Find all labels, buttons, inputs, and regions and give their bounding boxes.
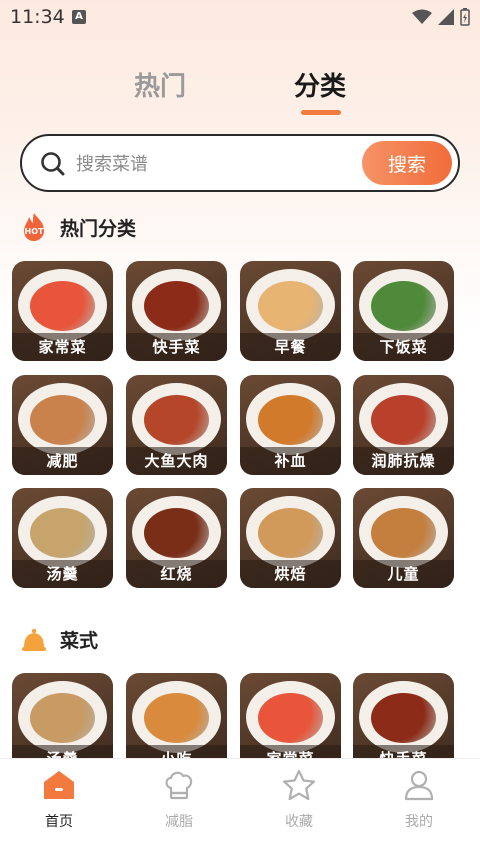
person-icon [404, 770, 434, 801]
category-tile-label: 快手菜 [126, 333, 227, 361]
tab-category[interactable]: 分类 [294, 66, 346, 103]
dish-food [371, 281, 436, 331]
category-tile[interactable]: 汤羹 [12, 488, 113, 588]
category-tile-label: 减肥 [12, 447, 113, 475]
category-tile[interactable]: 大鱼大肉 [126, 375, 227, 475]
dish-food [371, 508, 436, 558]
search-button[interactable]: 搜索 [362, 141, 452, 185]
category-tile[interactable]: 烘焙 [240, 488, 341, 588]
hot-categories-title: 热门分类 [60, 217, 137, 240]
category-tile[interactable]: 润肺抗燥 [353, 375, 454, 475]
category-tile-label: 早餐 [240, 333, 341, 361]
category-tile-label: 补血 [240, 447, 341, 475]
category-tile-label: 儿童 [353, 560, 454, 588]
category-tile-label: 汤羹 [12, 560, 113, 588]
category-tile[interactable]: 儿童 [353, 488, 454, 588]
search-input[interactable] [76, 149, 356, 179]
nav-home[interactable]: 首页 [24, 769, 94, 831]
hot-flame-icon: HOT [24, 213, 44, 241]
category-tile[interactable]: 家常菜 [12, 261, 113, 361]
nav-favorites-label: 收藏 [285, 814, 313, 830]
chef-hat-icon [165, 771, 193, 800]
category-tile-label: 润肺抗燥 [353, 447, 454, 475]
status-icons [412, 8, 470, 26]
hot-badge-text: HOT [25, 227, 44, 236]
nav-fat-loss-label: 减脂 [165, 814, 193, 830]
nav-favorites[interactable]: 收藏 [264, 769, 334, 831]
category-tile[interactable]: 快手菜 [126, 261, 227, 361]
category-tile-label: 红烧 [126, 560, 227, 588]
category-tile-label: 大鱼大肉 [126, 447, 227, 475]
dish-food [371, 693, 436, 743]
dish-food [144, 508, 209, 558]
dish-food [30, 395, 95, 445]
bottom-nav: 首页 减脂 收藏 我的 [0, 758, 480, 853]
category-tile[interactable]: 补血 [240, 375, 341, 475]
star-icon [282, 769, 316, 801]
dish-food [258, 693, 323, 743]
dish-styles-title: 菜式 [60, 629, 99, 652]
category-tile[interactable]: 早餐 [240, 261, 341, 361]
dish-food [258, 508, 323, 558]
tab-hot[interactable]: 热门 [134, 66, 186, 103]
nav-mine[interactable]: 我的 [384, 769, 454, 831]
hot-categories-header: HOT 热门分类 [20, 212, 136, 242]
dish-food [30, 508, 95, 558]
top-tabs: 热门 分类 [0, 66, 480, 122]
category-tile[interactable]: 红烧 [126, 488, 227, 588]
dish-food [258, 395, 323, 445]
bell-icon [22, 628, 46, 651]
category-tile-label: 下饭菜 [353, 333, 454, 361]
nav-mine-label: 我的 [405, 814, 433, 830]
nav-fat-loss[interactable]: 减脂 [144, 769, 214, 831]
notification-icon: A [72, 10, 86, 24]
signal-icon [438, 9, 454, 25]
home-icon [44, 771, 74, 799]
dish-food [144, 395, 209, 445]
search-icon [41, 152, 65, 176]
dish-food [30, 281, 95, 331]
wifi-icon [412, 9, 432, 24]
dish-styles-header: 菜式 [20, 625, 98, 653]
status-time: 11:34 [10, 6, 65, 28]
dish-food [144, 281, 209, 331]
dish-food [258, 281, 323, 331]
category-tile[interactable]: 减肥 [12, 375, 113, 475]
nav-home-label: 首页 [45, 814, 73, 830]
category-tile[interactable]: 下饭菜 [353, 261, 454, 361]
category-tile-label: 烘焙 [240, 560, 341, 588]
category-tile-label: 家常菜 [12, 333, 113, 361]
dish-food [144, 693, 209, 743]
status-bar: 11:34 A [0, 0, 480, 34]
active-tab-indicator [301, 110, 341, 115]
dish-food [30, 693, 95, 743]
search-bar: 搜索 [20, 134, 460, 192]
battery-icon [460, 8, 470, 26]
dish-food [371, 395, 436, 445]
